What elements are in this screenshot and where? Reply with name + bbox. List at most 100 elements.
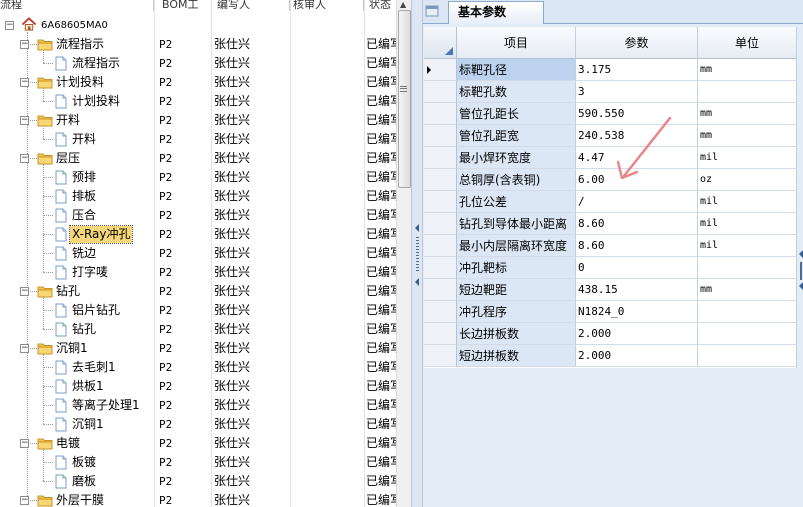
- tree-node-label[interactable]: 压合: [70, 207, 98, 224]
- param-row[interactable]: 冲孔程序 N1824_0: [424, 301, 797, 323]
- collapse-toggle-icon[interactable]: −: [20, 40, 29, 49]
- param-value-cell[interactable]: 0: [576, 257, 698, 279]
- tree-node-label[interactable]: 层压: [54, 150, 82, 167]
- row-header[interactable]: [424, 301, 457, 323]
- collapse-toggle-icon[interactable]: −: [20, 496, 29, 505]
- column-header-status[interactable]: 状态: [369, 0, 396, 11]
- tree-node-label[interactable]: 去毛刺1: [70, 359, 118, 376]
- param-unit-cell[interactable]: mil: [698, 213, 797, 235]
- param-unit-cell[interactable]: [698, 345, 797, 367]
- collapse-toggle-icon[interactable]: −: [20, 154, 29, 163]
- column-header-reviewer[interactable]: 核审人: [293, 0, 364, 11]
- tree-step-row[interactable]: 板镀 P2 张仕兴 已编写: [0, 453, 396, 472]
- tree-root-row[interactable]: − 6A68605MA0: [0, 16, 396, 35]
- tree-group-row[interactable]: − 层压 P2 张仕兴 已编写: [0, 149, 396, 168]
- tree-step-row[interactable]: 磨板 P2 张仕兴 已编写: [0, 472, 396, 491]
- param-value-cell[interactable]: 438.15: [576, 279, 698, 301]
- row-header[interactable]: [424, 59, 457, 81]
- tree-node-label[interactable]: X-Ray冲孔: [68, 225, 134, 244]
- collapse-toggle-icon[interactable]: −: [5, 21, 14, 30]
- tree-group-row[interactable]: − 开料 P2 张仕兴 已编写: [0, 111, 396, 130]
- tree-node-label[interactable]: 沉铜1: [54, 340, 90, 357]
- panel-splitter[interactable]: [411, 0, 423, 507]
- param-value-cell[interactable]: 6.00: [576, 169, 698, 191]
- tree-node-label[interactable]: 磨板: [70, 473, 98, 490]
- param-row[interactable]: 管位孔距宽 240.538 mm: [424, 125, 797, 147]
- tree-step-row[interactable]: 钻孔 P2 张仕兴 已编写: [0, 320, 396, 339]
- tree-step-row[interactable]: 铣边 P2 张仕兴 已编写: [0, 244, 396, 263]
- param-value-cell[interactable]: 590.550: [576, 103, 698, 125]
- tree-node-label[interactable]: 开料: [70, 131, 98, 148]
- param-row[interactable]: 最小焊环宽度 4.47 mil: [424, 147, 797, 169]
- tree-node-label[interactable]: 电镀: [54, 435, 82, 452]
- param-row[interactable]: 冲孔靶标 0: [424, 257, 797, 279]
- tree-step-row[interactable]: 等离子处理1 P2 张仕兴 已编写: [0, 396, 396, 415]
- param-row[interactable]: 标靶孔数 3: [424, 81, 797, 103]
- tree-step-row[interactable]: 去毛刺1 P2 张仕兴 已编写: [0, 358, 396, 377]
- tree-step-row[interactable]: 预排 P2 张仕兴 已编写: [0, 168, 396, 187]
- row-header[interactable]: [424, 103, 457, 125]
- param-value-cell[interactable]: 240.538: [576, 125, 698, 147]
- tree-step-row[interactable]: 铝片钻孔 P2 张仕兴 已编写: [0, 301, 396, 320]
- panel-pin-icon[interactable]: [425, 4, 439, 18]
- row-header[interactable]: [424, 125, 457, 147]
- right-edge-handle-icon[interactable]: [798, 250, 803, 290]
- param-row[interactable]: 最小内层隔离环宽度 8.60 mil: [424, 235, 797, 257]
- row-header[interactable]: [424, 81, 457, 103]
- tree-node-label[interactable]: 沉铜1: [70, 416, 106, 433]
- param-value-cell[interactable]: 4.47: [576, 147, 698, 169]
- param-value-cell[interactable]: 2.000: [576, 345, 698, 367]
- row-header[interactable]: [424, 279, 457, 301]
- row-header[interactable]: [424, 257, 457, 279]
- tree-step-row[interactable]: 排板 P2 张仕兴 已编写: [0, 187, 396, 206]
- tree-step-row[interactable]: 计划投料 P2 张仕兴 已编写: [0, 92, 396, 111]
- collapse-left-arrow-icon[interactable]: [415, 278, 419, 286]
- tree-node-label[interactable]: 预排: [70, 169, 98, 186]
- column-header-flow[interactable]: 流程: [0, 0, 154, 11]
- param-value-cell[interactable]: 3: [576, 81, 698, 103]
- tree-node-label[interactable]: 流程指示: [70, 55, 122, 72]
- tree-node-label[interactable]: 钻孔: [70, 321, 98, 338]
- tree-node-label[interactable]: 等离子处理1: [70, 397, 142, 414]
- tree-node-label[interactable]: 排板: [70, 188, 98, 205]
- collapse-toggle-icon[interactable]: −: [20, 287, 29, 296]
- vertical-scrollbar[interactable]: ▲: [396, 0, 411, 507]
- param-unit-cell[interactable]: [698, 257, 797, 279]
- param-row[interactable]: 短边靶距 438.15 mm: [424, 279, 797, 301]
- select-all-corner-icon[interactable]: [424, 27, 457, 59]
- tree-node-label[interactable]: 铝片钻孔: [70, 302, 122, 319]
- tree-step-row[interactable]: 沉铜1 P2 张仕兴 已编写: [0, 415, 396, 434]
- column-header-bom[interactable]: BOM工: [162, 0, 212, 11]
- param-value-cell[interactable]: /: [576, 191, 698, 213]
- tree-node-label[interactable]: 外层干膜: [54, 492, 106, 507]
- param-unit-cell[interactable]: mm: [698, 279, 797, 301]
- row-header[interactable]: [424, 235, 457, 257]
- tree-group-row[interactable]: − 外层干膜 P2 张仕兴 已编写: [0, 491, 396, 507]
- tree-node-label[interactable]: 铣边: [70, 245, 98, 262]
- tree-step-row[interactable]: 压合 P2 张仕兴 已编写: [0, 206, 396, 225]
- param-unit-cell[interactable]: mil: [698, 147, 797, 169]
- row-header[interactable]: [424, 191, 457, 213]
- param-row[interactable]: 总铜厚(含表铜) 6.00 oz: [424, 169, 797, 191]
- param-row[interactable]: 孔位公差 / mil: [424, 191, 797, 213]
- row-header[interactable]: [424, 345, 457, 367]
- param-unit-cell[interactable]: mil: [698, 235, 797, 257]
- tab-basic-params[interactable]: 基本参数: [448, 1, 544, 24]
- param-value-cell[interactable]: N1824_0: [576, 301, 698, 323]
- tree-group-row[interactable]: − 计划投料 P2 张仕兴 已编写: [0, 73, 396, 92]
- tree-node-label[interactable]: 开料: [54, 112, 82, 129]
- tree-group-row[interactable]: − 流程指示 P2 张仕兴 已编写: [0, 35, 396, 54]
- row-header[interactable]: [424, 169, 457, 191]
- param-unit-cell[interactable]: mm: [698, 59, 797, 81]
- param-row[interactable]: 长边拼板数 2.000: [424, 323, 797, 345]
- param-unit-cell[interactable]: oz: [698, 169, 797, 191]
- param-value-cell[interactable]: 3.175: [576, 59, 698, 81]
- scrollbar-thumb[interactable]: [398, 10, 411, 188]
- tree-node-label[interactable]: 烘板1: [70, 378, 106, 395]
- param-row[interactable]: 管位孔距长 590.550 mm: [424, 103, 797, 125]
- tree-step-row[interactable]: 开料 P2 张仕兴 已编写: [0, 130, 396, 149]
- param-unit-cell[interactable]: [698, 301, 797, 323]
- collapse-toggle-icon[interactable]: −: [20, 439, 29, 448]
- param-unit-cell[interactable]: [698, 81, 797, 103]
- tree-node-label[interactable]: 计划投料: [70, 93, 122, 110]
